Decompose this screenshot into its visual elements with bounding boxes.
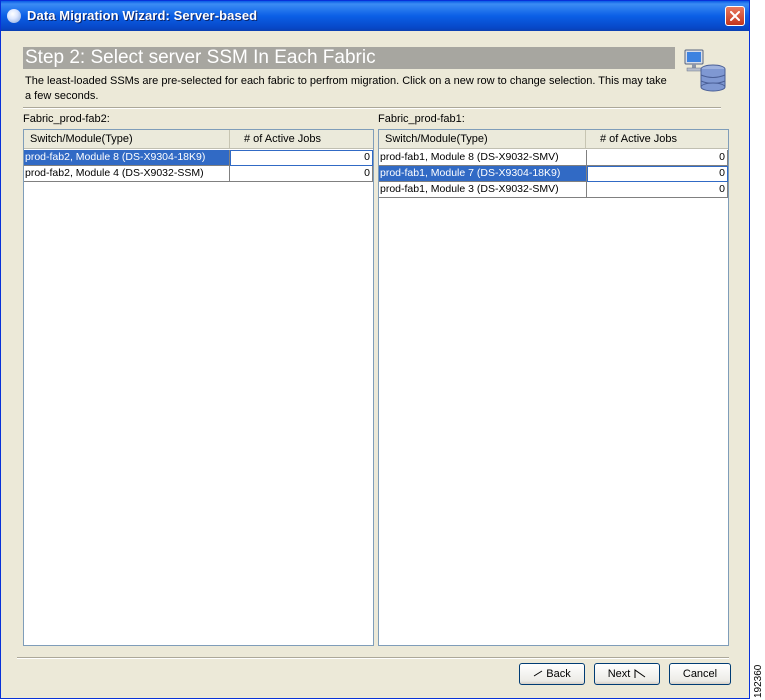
back-button[interactable]: Back — [519, 663, 585, 685]
cancel-button-label: Cancel — [682, 668, 718, 680]
table-cell-name: prod-fab2, Module 8 (DS-X9304-18K9) — [24, 150, 230, 166]
back-button-label: Back — [546, 668, 571, 680]
table-cell-jobs: 0 — [587, 150, 728, 166]
server-database-icon — [684, 49, 726, 92]
column-header-jobs[interactable]: # of Active Jobs — [586, 130, 728, 148]
table-cell-name: prod-fab1, Module 3 (DS-X9032-SMV) — [379, 182, 587, 198]
window-title: Data Migration Wizard: Server-based — [27, 8, 258, 23]
column-header-jobs[interactable]: # of Active Jobs — [230, 130, 373, 148]
app-icon — [7, 9, 21, 23]
table-cell-name: prod-fab1, Module 8 (DS-X9032-SMV) — [379, 150, 587, 166]
next-arrow-icon — [634, 669, 646, 679]
next-button[interactable]: Next — [594, 663, 660, 685]
footer-separator — [17, 657, 729, 659]
table-cell-jobs: 0 — [587, 166, 728, 182]
table-row[interactable]: prod-fab2, Module 8 (DS-X9304-18K9) 0 — [24, 150, 373, 166]
table-cell-jobs: 0 — [230, 166, 373, 182]
step-header: Step 2: Select server SSM In Each Fabric — [23, 47, 675, 69]
step-description: The least-loaded SSMs are pre-selected f… — [25, 75, 667, 102]
table-row[interactable]: prod-fab1, Module 8 (DS-X9032-SMV) 0 — [379, 150, 728, 166]
close-button[interactable] — [725, 6, 745, 26]
figure-code-text: 192360 — [753, 664, 764, 698]
fabric-label-left: Fabric_prod-fab2: — [23, 113, 110, 125]
table-row[interactable]: prod-fab1, Module 3 (DS-X9032-SMV) 0 — [379, 182, 728, 198]
table-cell-jobs: 0 — [587, 182, 728, 198]
table-cell-name: prod-fab1, Module 7 (DS-X9304-18K9) — [379, 166, 587, 182]
wizard-window: Data Migration Wizard: Server-based Step… — [0, 0, 750, 699]
step-title: Step 2: Select server SSM In Each Fabric — [25, 47, 376, 68]
title-bar[interactable]: Data Migration Wizard: Server-based — [1, 1, 749, 31]
module-table-right[interactable]: Switch/Module(Type) # of Active Jobs pro… — [378, 129, 729, 646]
cancel-button[interactable]: Cancel — [669, 663, 731, 685]
table-header: Switch/Module(Type) # of Active Jobs — [24, 130, 373, 149]
table-row[interactable]: prod-fab1, Module 7 (DS-X9304-18K9) 0 — [379, 166, 728, 182]
table-header: Switch/Module(Type) # of Active Jobs — [379, 130, 728, 149]
back-arrow-icon — [534, 670, 543, 677]
table-row[interactable]: prod-fab2, Module 4 (DS-X9032-SSM) 0 — [24, 166, 373, 182]
header-separator — [23, 107, 721, 109]
module-table-left[interactable]: Switch/Module(Type) # of Active Jobs pro… — [23, 129, 374, 646]
fabric-label-right: Fabric_prod-fab1: — [378, 113, 465, 125]
column-header-switch[interactable]: Switch/Module(Type) — [24, 130, 230, 148]
table-cell-jobs: 0 — [230, 150, 373, 166]
close-icon — [730, 11, 740, 21]
column-header-switch[interactable]: Switch/Module(Type) — [379, 130, 586, 148]
next-button-label: Next — [607, 668, 631, 680]
figure-code: 192360 — [751, 654, 765, 700]
table-cell-name: prod-fab2, Module 4 (DS-X9032-SSM) — [24, 166, 230, 182]
